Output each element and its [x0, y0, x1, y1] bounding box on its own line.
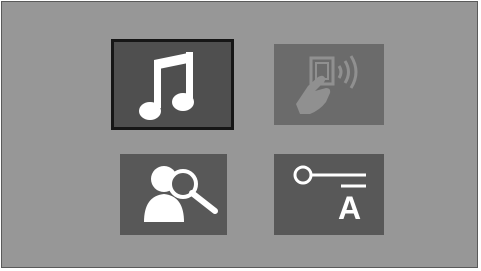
key-letter: A: [338, 190, 362, 226]
tap-to-connect-icon: [296, 55, 358, 114]
music-tile[interactable]: [111, 39, 234, 130]
menu-screen: A: [1, 1, 478, 268]
user-search-icon: [144, 166, 218, 222]
music-note-icon: [139, 52, 194, 120]
tap-to-connect-tile[interactable]: [274, 44, 384, 125]
key-tile[interactable]: A: [274, 154, 384, 235]
user-search-tile[interactable]: [120, 154, 227, 235]
key-icon: [293, 165, 366, 188]
